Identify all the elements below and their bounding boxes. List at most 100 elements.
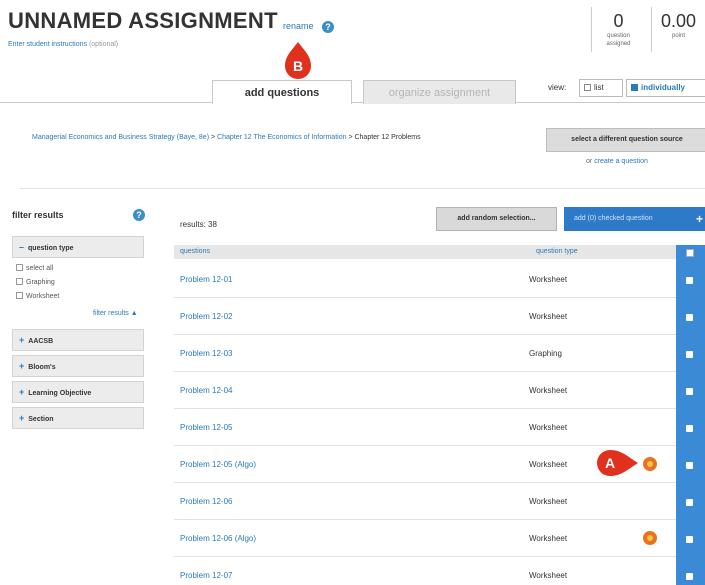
- question-type: Worksheet: [529, 497, 568, 506]
- checkbox[interactable]: [16, 264, 23, 271]
- row-checkbox[interactable]: [686, 573, 693, 580]
- table-row: Problem 12-06 (Algo) Worksheet: [174, 520, 676, 557]
- collapse-icon: –: [19, 242, 25, 252]
- checkbox[interactable]: [16, 278, 23, 285]
- table-row: Problem 12-03 Graphing: [174, 335, 676, 372]
- points-count: 0.00: [660, 11, 697, 31]
- question-link[interactable]: Problem 12-06 (Algo): [180, 534, 256, 543]
- view-individually-label: individually: [641, 83, 686, 92]
- stat-label: point: [671, 33, 685, 39]
- add-checked-label: add (0) checked question: [574, 215, 653, 222]
- filter-help-icon[interactable]: ?: [133, 209, 145, 221]
- filter-group-learning-objective[interactable]: + Learning Objective: [12, 381, 144, 403]
- question-link[interactable]: Problem 12-05 (Algo): [180, 460, 256, 469]
- option-label: select all: [26, 265, 54, 272]
- question-link[interactable]: Problem 12-03: [180, 349, 232, 358]
- table-row: Problem 12-04 Worksheet: [174, 372, 676, 409]
- select-all-checkbox[interactable]: [686, 249, 694, 257]
- question-type-label: question type: [28, 245, 74, 252]
- question-type-toggle[interactable]: – question type: [12, 236, 144, 258]
- filter-option-worksheet[interactable]: Worksheet: [16, 292, 59, 300]
- expand-icon: +: [19, 387, 25, 397]
- row-checkbox[interactable]: [686, 351, 693, 358]
- select-question-source-button[interactable]: select a different question source: [546, 128, 705, 152]
- row-checkbox[interactable]: [686, 536, 693, 543]
- view-list-label: list: [594, 83, 604, 92]
- table-row: Problem 12-06 Worksheet: [174, 483, 676, 520]
- row-checkbox[interactable]: [686, 462, 693, 469]
- expand-icon: +: [19, 361, 25, 371]
- callout-a-letter: A: [604, 455, 616, 471]
- tab-add-questions[interactable]: add questions: [212, 80, 352, 104]
- algorithmic-icon: [643, 531, 657, 545]
- list-icon: [584, 84, 591, 91]
- row-checkbox[interactable]: [686, 314, 693, 321]
- section-divider: [20, 188, 705, 189]
- expand-icon: +: [19, 413, 25, 423]
- instructions-label[interactable]: Enter student instructions: [8, 41, 87, 48]
- callout-a: A: [588, 447, 638, 479]
- question-type: Worksheet: [529, 386, 568, 395]
- tab-bar-divider: [0, 102, 705, 103]
- expand-icon: +: [19, 335, 25, 345]
- row-checkbox[interactable]: [686, 277, 693, 284]
- column-questions[interactable]: questions: [180, 248, 210, 255]
- filter-results-link[interactable]: filter results ▲: [93, 310, 138, 317]
- stat-label: question: [607, 33, 630, 39]
- filter-option-select-all[interactable]: select all: [16, 264, 53, 272]
- breadcrumb-chapter[interactable]: Chapter 12 The Economics of Information: [217, 134, 346, 141]
- assignment-title: UNNAMED ASSIGNMENT: [8, 8, 278, 33]
- breadcrumb-separator: >: [211, 134, 216, 141]
- group-label: Bloom's: [28, 364, 56, 371]
- question-type: Worksheet: [529, 571, 568, 580]
- group-label: AACSB: [28, 338, 54, 345]
- checkbox[interactable]: [16, 292, 23, 299]
- view-label: view:: [548, 83, 567, 92]
- algorithmic-icon: [643, 457, 657, 471]
- row-checkbox[interactable]: [686, 425, 693, 432]
- column-question-type[interactable]: question type: [536, 248, 578, 255]
- filter-results-title: filter results: [12, 210, 64, 220]
- add-checked-questions-button[interactable]: add (0) checked question +: [564, 207, 705, 231]
- add-random-selection-button[interactable]: add random selection...: [436, 207, 557, 231]
- question-link[interactable]: Problem 12-04: [180, 386, 232, 395]
- breadcrumb-book[interactable]: Managerial Economics and Business Strate…: [32, 134, 209, 141]
- row-checkbox[interactable]: [686, 499, 693, 506]
- rename-link[interactable]: rename: [283, 21, 314, 31]
- question-link[interactable]: Problem 12-05: [180, 423, 232, 432]
- selection-column: [676, 245, 705, 585]
- question-link[interactable]: Problem 12-07: [180, 571, 232, 580]
- question-type: Worksheet: [529, 312, 568, 321]
- option-label: Graphing: [26, 279, 55, 286]
- or-label: or: [586, 158, 593, 165]
- filter-group-section[interactable]: + Section: [12, 407, 144, 429]
- row-checkbox[interactable]: [686, 388, 693, 395]
- question-link[interactable]: Problem 12-01: [180, 275, 232, 284]
- view-individually-button[interactable]: individually: [626, 79, 705, 97]
- tab-organize-assignment[interactable]: organize assignment: [363, 80, 516, 104]
- group-label: Section: [28, 416, 54, 423]
- option-label: Worksheet: [26, 293, 60, 300]
- question-link[interactable]: Problem 12-02: [180, 312, 232, 321]
- filter-option-graphing[interactable]: Graphing: [16, 278, 55, 286]
- filter-group-aacsb[interactable]: + AACSB: [12, 329, 144, 351]
- filter-group-blooms[interactable]: + Bloom's: [12, 355, 144, 377]
- question-link[interactable]: Problem 12-06: [180, 497, 232, 506]
- question-type: Worksheet: [529, 534, 568, 543]
- table-row: Problem 12-05 Worksheet: [174, 409, 676, 446]
- view-list-button[interactable]: list: [579, 79, 623, 97]
- table-row: Problem 12-07 Worksheet: [174, 557, 676, 585]
- group-label: Learning Objective: [28, 390, 92, 397]
- results-count: results: 38: [180, 220, 217, 229]
- create-question-link[interactable]: create a question: [594, 158, 648, 165]
- question-type: Worksheet: [529, 460, 568, 469]
- student-instructions-link[interactable]: Enter student instructions (optional): [8, 41, 118, 48]
- stat-label: assigned: [606, 41, 631, 47]
- questions-assigned-stat: 0 question assigned: [591, 7, 645, 52]
- instructions-optional: (optional): [88, 41, 119, 48]
- help-icon[interactable]: ?: [322, 21, 334, 33]
- callout-b: B: [282, 42, 314, 82]
- individual-icon: [631, 84, 638, 91]
- table-row: Problem 12-01 Worksheet: [174, 261, 676, 298]
- breadcrumb: Managerial Economics and Business Strate…: [32, 133, 532, 143]
